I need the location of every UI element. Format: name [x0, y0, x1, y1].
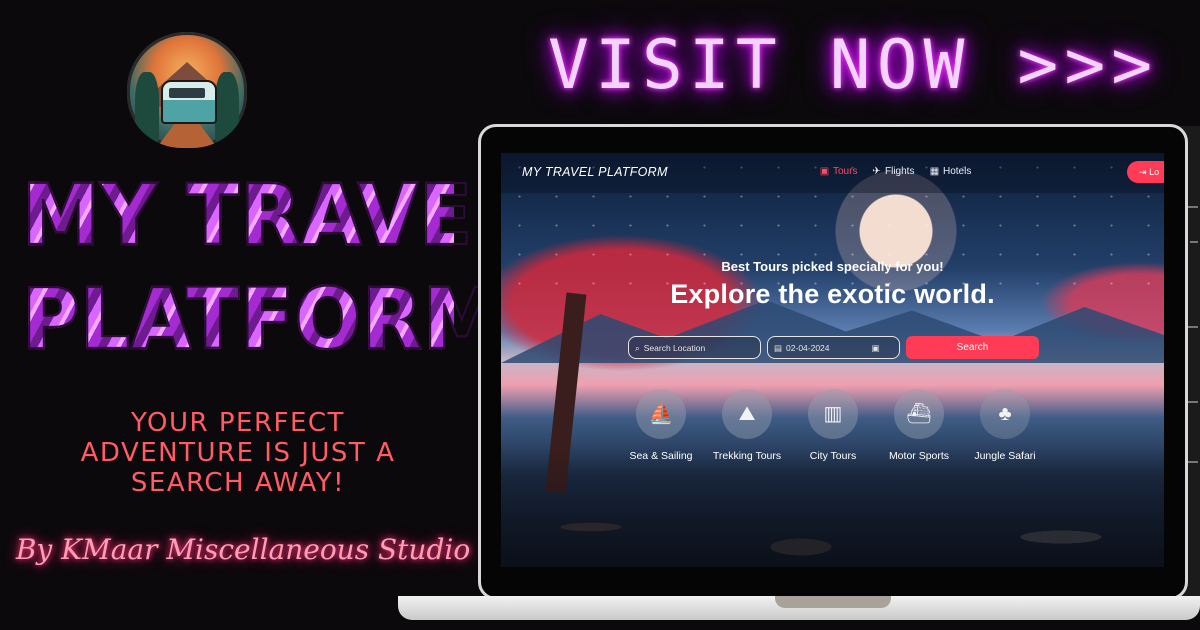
- tagline-line-3: SEARCH AWAY!: [130, 468, 346, 498]
- camper-van-logo: [127, 32, 247, 148]
- hero-title: Explore the exotic world.: [670, 279, 995, 309]
- laptop-notch: [775, 596, 891, 608]
- promo-title-line-1: MY TRAVEL: [21, 166, 524, 265]
- nav-tours-label: Tours: [833, 166, 858, 177]
- search-button[interactable]: Search: [906, 336, 1039, 359]
- date-value: 02-04-2024: [786, 342, 830, 353]
- hero-subtitle: Best Tours picked specially for you!: [721, 259, 944, 274]
- category-label: City Tours: [809, 450, 857, 462]
- plane-icon: ✈: [872, 166, 881, 177]
- lake-rocks: [501, 447, 1164, 567]
- login-icon: ⇥: [1139, 167, 1147, 177]
- location-placeholder: Search Location: [643, 342, 706, 353]
- search-location-input[interactable]: ⌕ Search Location: [628, 336, 761, 359]
- tagline-line-1: YOUR PERFECT: [131, 408, 345, 438]
- pine-tree-icon: ♣: [980, 389, 1030, 439]
- brand-name[interactable]: MY TRAVEL PLATFORM: [522, 165, 668, 179]
- hiker-icon: ⛰: [722, 389, 772, 439]
- category-motor-sports[interactable]: ⛴ Motor Sports: [869, 389, 969, 462]
- suitcase-icon: ▣: [819, 166, 830, 177]
- category-label: Trekking Tours: [712, 450, 782, 462]
- luggage-icon: ▥: [808, 389, 858, 439]
- tagline-line-2: ADVENTURE IS JUST A: [80, 438, 396, 468]
- category-label: Motor Sports: [888, 450, 950, 462]
- studio-credit: By KMaar Miscellaneous Studio: [15, 533, 471, 566]
- nav-flights-label: Flights: [885, 166, 915, 177]
- nav-flights[interactable]: ✈ Flights: [871, 166, 914, 177]
- sailboat-icon: ⛵: [636, 389, 686, 439]
- category-sea-sailing[interactable]: ⛵ Sea & Sailing: [611, 389, 711, 462]
- visit-now-cta[interactable]: VISIT NOW >>>: [548, 26, 1152, 105]
- building-icon: ▦: [929, 166, 940, 177]
- login-label: Lo: [1149, 167, 1160, 177]
- top-nav: MY TRAVEL PLATFORM ▣ Tours ✈ Flights ▦ H…: [501, 153, 1164, 193]
- category-trekking-tours[interactable]: ⛰ Trekking Tours: [697, 389, 797, 462]
- date-input[interactable]: ▤ 02-04-2024 ▣: [767, 336, 900, 359]
- category-city-tours[interactable]: ▥ City Tours: [783, 389, 883, 462]
- promo-title-line-2: PLATFORM: [21, 270, 502, 369]
- nav-tours[interactable]: ▣ Tours: [819, 166, 858, 177]
- calendar-icon: ▤: [774, 342, 783, 353]
- category-jungle-safari[interactable]: ♣ Jungle Safari: [955, 389, 1055, 462]
- category-label: Sea & Sailing: [629, 450, 693, 462]
- promo-tagline: YOUR PERFECT ADVENTURE IS JUST A SEARCH …: [30, 408, 446, 498]
- nav-hotels-label: Hotels: [943, 166, 972, 177]
- nav-hotels[interactable]: ▦ Hotels: [929, 166, 972, 177]
- promo-title: MY TRAVEL PLATFORM: [21, 164, 524, 371]
- app-screen: MY TRAVEL PLATFORM ▣ Tours ✈ Flights ▦ H…: [501, 153, 1164, 567]
- date-picker-icon[interactable]: ▣: [872, 338, 880, 358]
- login-button[interactable]: ⇥ Lo: [1127, 161, 1164, 183]
- category-label: Jungle Safari: [974, 450, 1036, 462]
- speedboat-icon: ⛴: [894, 389, 944, 439]
- search-icon: ⌕: [635, 342, 640, 353]
